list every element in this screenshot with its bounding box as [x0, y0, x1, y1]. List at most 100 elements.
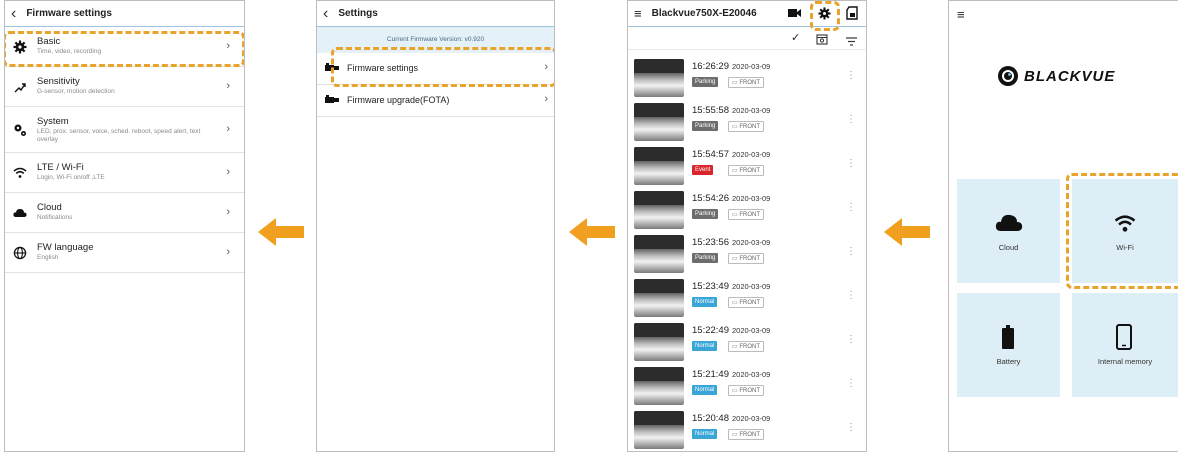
menu-item-sub: Login, Wi-Fi on/off ,LTE — [37, 174, 105, 181]
video-thumbnail[interactable] — [634, 367, 684, 405]
recording-row[interactable]: 15:22:49 2020-03-09 Normal ▭ FRONT ⋮ — [634, 323, 860, 363]
header: ‹ Settings — [317, 1, 554, 27]
menu-item-sub: Notifications — [37, 214, 73, 221]
more-options-icon[interactable]: ⋮ — [846, 159, 856, 169]
arrow-left-icon — [569, 218, 615, 246]
tile-cloud[interactable]: Cloud — [957, 179, 1060, 283]
menu-item-firmware-settings[interactable]: Firmware settings › — [317, 53, 554, 85]
menu-item-basic[interactable]: Basic Time, video, recording › — [5, 27, 244, 67]
wifi-icon — [13, 166, 27, 180]
globe-icon — [13, 246, 27, 260]
camera-badge: ▭ FRONT — [728, 429, 765, 440]
camera-icon[interactable] — [788, 8, 801, 21]
recording-row[interactable]: 15:23:49 2020-03-09 Normal ▭ FRONT ⋮ — [634, 279, 860, 319]
arrow-left-icon — [258, 218, 304, 246]
mode-badge: Parking — [692, 209, 719, 219]
menu-item-system[interactable]: System LED, prox. sensor, voice, sched. … — [5, 107, 244, 153]
arrow-left-icon — [884, 218, 930, 246]
menu-item-label: Sensitivity — [37, 76, 80, 87]
logo-text: BLACKVUE — [1024, 67, 1116, 85]
video-thumbnail[interactable] — [634, 147, 684, 185]
more-options-icon[interactable]: ⋮ — [846, 423, 856, 433]
back-arrow-icon[interactable]: ‹ — [11, 5, 16, 22]
back-arrow-icon[interactable]: ‹ — [323, 5, 328, 22]
camera-badge: ▭ FRONT — [728, 297, 765, 308]
mode-badge: Parking — [692, 77, 719, 87]
recording-row[interactable]: 15:54:57 2020-03-09 Event ▭ FRONT ⋮ — [634, 147, 860, 187]
header: ‹ Firmware settings — [5, 1, 244, 27]
tile-battery[interactable]: Battery — [957, 293, 1060, 397]
mode-badge: Parking — [692, 121, 719, 131]
more-options-icon[interactable]: ⋮ — [846, 203, 856, 213]
tile-wifi[interactable]: Wi-Fi — [1072, 179, 1178, 283]
menu-item-label: Cloud — [37, 202, 62, 213]
checkmark-icon[interactable]: ✓ — [791, 31, 800, 44]
tile-label: Wi-Fi — [1116, 243, 1134, 252]
menu-item-sensitivity[interactable]: Sensitivity G-sensor, motion detection › — [5, 67, 244, 107]
chevron-right-icon: › — [544, 61, 548, 73]
settings-screen: ‹ Settings Current Firmware Version: v0.… — [316, 0, 555, 452]
recording-time: 15:23:56 2020-03-09 — [692, 237, 771, 248]
mode-badge: Normal — [692, 385, 718, 395]
more-options-icon[interactable]: ⋮ — [846, 291, 856, 301]
more-options-icon[interactable]: ⋮ — [846, 247, 856, 257]
dashcam-icon — [325, 63, 339, 73]
device-title: Blackvue750X-E20046 — [651, 8, 757, 19]
chevron-right-icon: › — [226, 246, 230, 258]
menu-item-label: LTE / Wi-Fi — [37, 162, 84, 173]
video-thumbnail[interactable] — [634, 279, 684, 317]
video-thumbnail[interactable] — [634, 103, 684, 141]
dashcam-icon — [325, 95, 339, 105]
mode-badge: Normal — [692, 429, 718, 439]
chevron-right-icon: › — [226, 206, 230, 218]
more-options-icon[interactable]: ⋮ — [846, 115, 856, 125]
menu-item-cloud[interactable]: Cloud Notifications › — [5, 193, 244, 233]
recording-row[interactable]: 15:20:48 2020-03-09 Normal ▭ FRONT ⋮ — [634, 411, 860, 451]
menu-item-sub: Time, video, recording — [37, 48, 102, 55]
playback-list-screen: ≡ Blackvue750X-E20046 ✓ 16:26:29 2020-03-… — [627, 0, 867, 452]
hamburger-menu-icon[interactable]: ≡ — [957, 7, 965, 22]
video-thumbnail[interactable] — [634, 191, 684, 229]
recording-time: 15:20:48 2020-03-09 — [692, 413, 771, 424]
sensitivity-icon — [13, 80, 27, 94]
gear-icon — [13, 40, 27, 54]
settings-gear-icon[interactable] — [818, 7, 831, 23]
recording-row[interactable]: 15:21:49 2020-03-09 Normal ▭ FRONT ⋮ — [634, 367, 860, 407]
tile-internal-memory[interactable]: Internal memory — [1072, 293, 1178, 397]
recording-time: 15:54:57 2020-03-09 — [692, 149, 771, 160]
tile-label: Cloud — [998, 243, 1019, 252]
hamburger-menu-icon[interactable]: ≡ — [634, 6, 642, 21]
recording-row[interactable]: 15:55:58 2020-03-09 Parking ▭ FRONT ⋮ — [634, 103, 860, 143]
camera-badge: ▭ FRONT — [728, 385, 765, 396]
camera-badge: ▭ FRONT — [728, 253, 765, 264]
menu-item-sub: G-sensor, motion detection — [37, 88, 115, 95]
system-gears-icon — [13, 123, 27, 137]
video-thumbnail[interactable] — [634, 59, 684, 97]
mode-badge: Parking — [692, 253, 719, 263]
recording-row[interactable]: 16:26:29 2020-03-09 Parking ▭ FRONT ⋮ — [634, 59, 860, 99]
camera-badge: ▭ FRONT — [728, 77, 765, 88]
sd-card-icon[interactable] — [846, 6, 858, 23]
calendar-search-icon[interactable] — [816, 32, 828, 50]
menu-item-firmware-upgrade[interactable]: Firmware upgrade(FOTA) › — [317, 85, 554, 117]
mode-badge: Event — [692, 165, 714, 175]
video-thumbnail[interactable] — [634, 235, 684, 273]
more-options-icon[interactable]: ⋮ — [846, 71, 856, 81]
firmware-settings-screen: ‹ Firmware settings Basic Time, video, r… — [4, 0, 245, 452]
home-screen: ≡ BLACKVUE Cloud Wi-Fi Battery Internal … — [948, 0, 1178, 452]
chevron-right-icon: › — [226, 123, 230, 135]
tile-label: Internal memory — [1097, 357, 1153, 366]
video-thumbnail[interactable] — [634, 411, 684, 449]
recording-time: 15:22:49 2020-03-09 — [692, 325, 771, 336]
more-options-icon[interactable]: ⋮ — [846, 379, 856, 389]
menu-item-label: System — [37, 116, 69, 127]
more-options-icon[interactable]: ⋮ — [846, 335, 856, 345]
recording-row[interactable]: 15:23:56 2020-03-09 Parking ▭ FRONT ⋮ — [634, 235, 860, 275]
menu-item-lte-wifi[interactable]: LTE / Wi-Fi Login, Wi-Fi on/off ,LTE › — [5, 153, 244, 193]
video-thumbnail[interactable] — [634, 323, 684, 361]
menu-item-fw-language[interactable]: FW language English › — [5, 233, 244, 273]
header: ≡ Blackvue750X-E20046 — [628, 1, 866, 27]
mode-badge: Normal — [692, 341, 718, 351]
recording-row[interactable]: 15:54:26 2020-03-09 Parking ▭ FRONT ⋮ — [634, 191, 860, 231]
filter-icon[interactable] — [846, 33, 857, 51]
